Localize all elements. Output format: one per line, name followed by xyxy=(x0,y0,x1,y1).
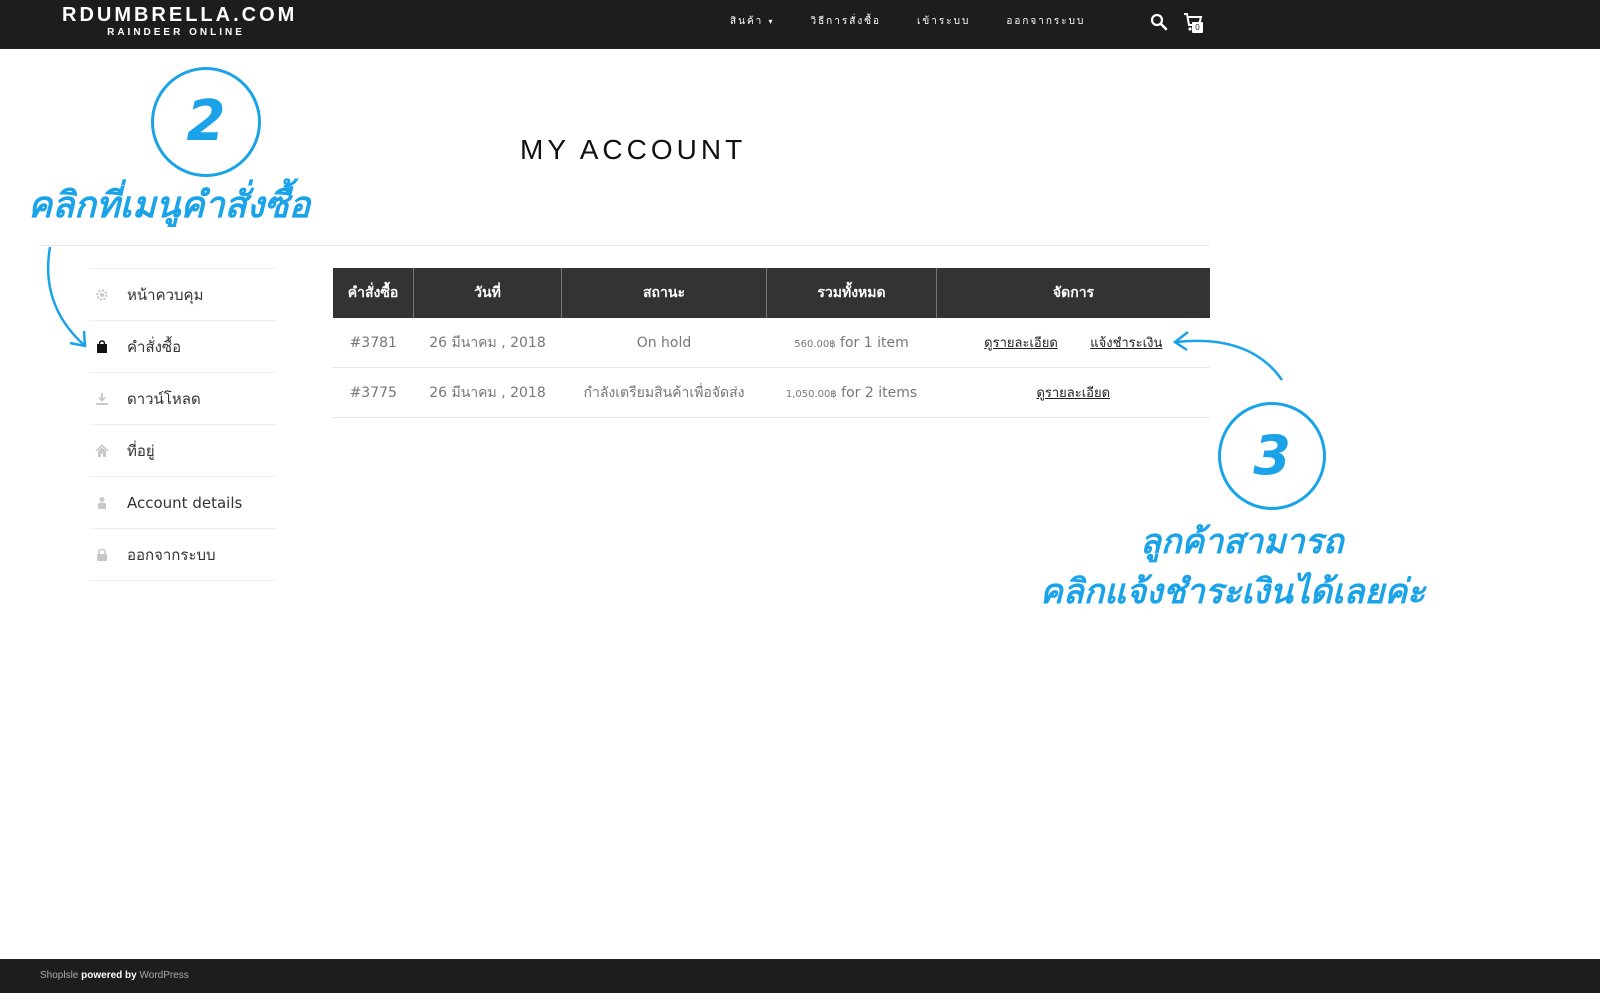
site-logo[interactable]: RDUMBRELLA.COM RAINDEER ONLINE xyxy=(62,4,298,40)
caret-down-icon: ▾ xyxy=(768,17,775,26)
order-total-items: for 2 items xyxy=(836,384,918,401)
step-3-circle: 3 xyxy=(1218,402,1326,510)
sidebar-item-downloads[interactable]: ดาวน์โหลด xyxy=(90,372,276,424)
sidebar-item-addresses[interactable]: ที่อยู่ xyxy=(90,424,276,476)
footer-brand[interactable]: Shoplsle xyxy=(40,970,78,981)
nav-products[interactable]: สินค้า ▾ xyxy=(730,14,774,29)
order-total-amount: 560.00฿ xyxy=(794,338,836,350)
col-header-date: วันที่ xyxy=(413,268,562,318)
top-navbar: RDUMBRELLA.COM RAINDEER ONLINE สินค้า ▾ … xyxy=(0,0,1600,49)
sidebar-item-label: ออกจากระบบ xyxy=(127,545,216,564)
sidebar-item-label: ที่อยู่ xyxy=(127,441,155,460)
step-3-instruction-line2: คลิกแจ้งชำระเงินได้เลยค่ะ xyxy=(1040,572,1426,612)
home-icon xyxy=(95,443,109,457)
step-2-arrow xyxy=(46,246,87,348)
user-icon xyxy=(98,496,106,509)
step-3-number: 3 xyxy=(1253,424,1291,487)
logo-sub-text: RAINDEER ONLINE xyxy=(107,27,245,38)
table-row: #3781 26 มีนาคม , 2018 On hold 560.00฿ f… xyxy=(333,318,1210,368)
title-divider xyxy=(40,245,1210,246)
nav-how-to-order[interactable]: วิธีการสั่งซื้อ xyxy=(810,14,881,29)
sidebar-item-label: หน้าควบคุม xyxy=(127,285,204,304)
sidebar-item-label: คำสั่งซื้อ xyxy=(127,337,182,356)
col-header-order: คำสั่งซื้อ xyxy=(333,268,414,318)
step-2-circle: 2 xyxy=(151,67,261,177)
page-title: MY ACCOUNT xyxy=(520,134,747,165)
sidebar-item-account-details[interactable]: Account details xyxy=(90,476,276,528)
step-2-number: 2 xyxy=(186,89,226,154)
order-date: 26 มีนาคม , 2018 xyxy=(413,367,562,418)
lock-icon xyxy=(97,548,107,561)
order-actions: ดูรายละเอียด แจ้งชำระเงิน xyxy=(936,318,1210,368)
order-total-items: for 1 item xyxy=(835,334,909,351)
order-total: 1,050.00฿ for 2 items xyxy=(766,367,937,418)
order-date: 26 มีนาคม , 2018 xyxy=(413,318,562,368)
order-status: On hold xyxy=(561,318,767,368)
table-row: #3775 26 มีนาคม , 2018 กำลังเตรียมสินค้า… xyxy=(333,367,1210,418)
step-2-instruction: คลิกที่เมนูคำสั่งซื้อ xyxy=(28,185,311,226)
notify-payment-button[interactable]: แจ้งชำระเงิน xyxy=(1090,336,1162,351)
order-status: กำลังเตรียมสินค้าเพื่อจัดส่ง xyxy=(561,367,767,418)
table-header-row: คำสั่งซื้อ วันที่ สถานะ รวมทั้งหมด จัดกา… xyxy=(333,268,1210,318)
nav-login[interactable]: เข้าระบบ xyxy=(917,14,970,29)
sidebar-item-label: ดาวน์โหลด xyxy=(127,389,201,408)
order-total: 560.00฿ for 1 item xyxy=(766,318,937,368)
sidebar-item-logout[interactable]: ออกจากระบบ xyxy=(90,528,276,581)
sidebar-item-dashboard[interactable]: หน้าควบคุม xyxy=(90,268,276,320)
view-order-button[interactable]: ดูรายละเอียด xyxy=(984,336,1058,351)
order-number: #3775 xyxy=(333,367,414,418)
nav-logout[interactable]: ออกจากระบบ xyxy=(1006,14,1085,29)
account-sidebar: หน้าควบคุม คำสั่งซื้อ ดาวน์โหลด ที่อยู่ … xyxy=(90,268,276,581)
step-3-instruction-line1: ลูกค้าสามารถ xyxy=(1140,522,1344,562)
sidebar-item-orders[interactable]: คำสั่งซื้อ xyxy=(90,320,276,372)
footer-credit: Shoplsle powered by WordPress xyxy=(40,970,189,981)
col-header-status: สถานะ xyxy=(561,268,767,318)
search-icon[interactable] xyxy=(1150,13,1168,31)
order-actions: ดูรายละเอียด xyxy=(936,367,1210,418)
footer-platform[interactable]: WordPress xyxy=(140,970,189,981)
col-header-total: รวมทั้งหมด xyxy=(766,268,937,318)
col-header-actions: จัดการ xyxy=(936,268,1210,318)
main-nav: สินค้า ▾ วิธีการสั่งซื้อ เข้าระบบ ออกจาก… xyxy=(730,14,1121,29)
footer-powered-by: powered by xyxy=(81,970,137,981)
download-icon xyxy=(96,392,108,405)
order-total-amount: 1,050.00฿ xyxy=(785,388,837,400)
cart-count-badge: 0 xyxy=(1192,22,1203,33)
logo-main-text: RDUMBRELLA.COM xyxy=(62,4,298,26)
site-footer: Shoplsle powered by WordPress xyxy=(0,959,1600,993)
order-number: #3781 xyxy=(333,318,414,368)
orders-table: คำสั่งซื้อ วันที่ สถานะ รวมทั้งหมด จัดกา… xyxy=(333,268,1210,418)
view-order-button[interactable]: ดูรายละเอียด xyxy=(1036,386,1110,401)
sidebar-item-label: Account details xyxy=(127,493,243,512)
nav-products-label: สินค้า xyxy=(730,16,764,27)
step-3-arrow xyxy=(1172,331,1284,381)
